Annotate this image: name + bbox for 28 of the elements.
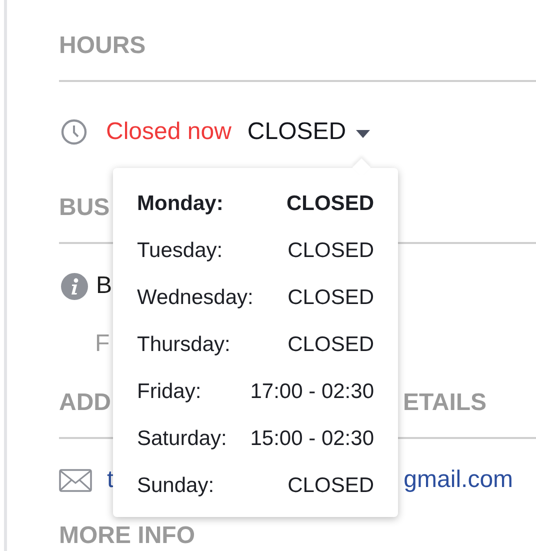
hours-dropdown[interactable]: CLOSED	[247, 118, 370, 146]
day-hours: CLOSED	[288, 238, 374, 262]
info-subtext: F	[95, 330, 110, 358]
day-hours: 15:00 - 02:30	[250, 426, 374, 450]
day-hours: CLOSED	[288, 332, 374, 356]
section-heading: MORE INFO	[59, 522, 195, 549]
day-label: Sunday:	[137, 474, 214, 498]
day-hours: CLOSED	[288, 286, 374, 310]
section-heading: HOURS	[59, 30, 536, 82]
day-hours: 17:00 - 02:30	[250, 380, 374, 404]
day-hours: CLOSED	[288, 474, 374, 498]
day-label: Friday:	[137, 380, 202, 404]
day-label: Tuesday:	[137, 238, 223, 262]
section-heading: ADD	[59, 388, 111, 418]
section-heading: ETAILS	[403, 388, 487, 418]
day-label: Saturday:	[137, 426, 227, 450]
clock-icon	[61, 119, 87, 145]
section-heading: BUS	[59, 194, 110, 221]
day-hours: CLOSED	[286, 192, 374, 216]
email-link[interactable]: gmail.com	[404, 466, 514, 494]
info-icon	[61, 272, 88, 300]
status-text: Closed now	[106, 118, 232, 146]
day-label: Thursday:	[137, 332, 230, 356]
day-label: Monday:	[137, 192, 224, 216]
email-link[interactable]: t	[107, 466, 114, 494]
info-text: B	[96, 272, 112, 300]
envelope-icon	[59, 468, 92, 492]
day-label: Wednesday:	[137, 286, 254, 310]
